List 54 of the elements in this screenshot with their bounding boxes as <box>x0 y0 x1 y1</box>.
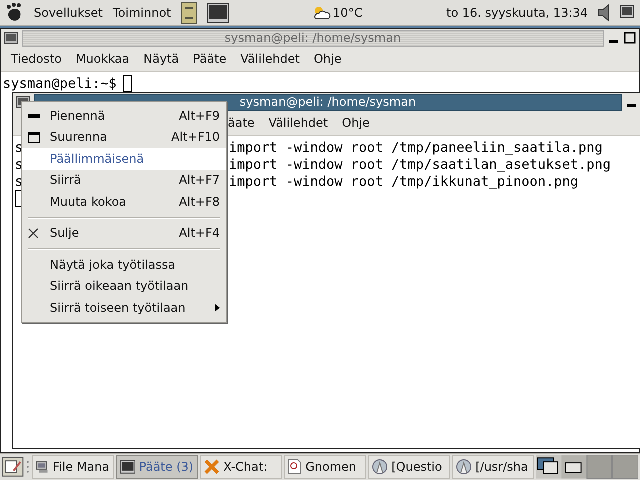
minimize-icon <box>28 114 40 118</box>
task-button[interactable]: X-Chat: <box>200 455 282 479</box>
clock[interactable]: to 16. syyskuuta, 13:34 <box>446 6 588 20</box>
window-menu-icon[interactable] <box>4 32 18 44</box>
menu-item[interactable]: Päällimmäisenä <box>22 148 226 170</box>
foot-icon[interactable] <box>6 2 24 22</box>
terminal-text: import -window root /tmp/paneeliin_saatila.png <box>229 140 603 156</box>
terminal-icon <box>120 460 136 474</box>
weather-icon <box>313 6 332 20</box>
menu-item[interactable]: Välilehdet <box>268 116 328 130</box>
menu-item[interactable]: Pääte <box>193 52 227 66</box>
monitor-icon[interactable] <box>620 4 634 20</box>
globe-icon <box>372 459 388 475</box>
terminal-icon[interactable] <box>207 2 230 22</box>
terminal-text: import -window root /tmp/ikkunat_pinoon.png <box>229 174 578 190</box>
menu-item[interactable]: Muokkaa <box>76 52 130 66</box>
temperature[interactable]: 10°C <box>333 6 363 20</box>
task-button[interactable]: Pääte (3) <box>116 455 198 479</box>
speaker-icon[interactable] <box>598 4 610 22</box>
globe-icon <box>456 459 472 475</box>
task-button[interactable]: File Mana <box>32 455 114 479</box>
menu-item[interactable]: Siirrä Alt+F7 <box>22 170 226 191</box>
menu-item[interactable]: Ohje <box>314 52 342 66</box>
panel-menu[interactable]: Sovellukset <box>34 6 104 20</box>
show-desktop-icon[interactable] <box>2 457 24 477</box>
task-button[interactable]: [/usr/sha <box>452 455 534 479</box>
document-icon <box>288 459 302 475</box>
menu-item[interactable]: Näytä joka työtilassa <box>22 254 226 276</box>
close-icon <box>28 228 39 239</box>
file-cabinet-icon[interactable] <box>181 2 198 24</box>
workspace-switcher[interactable] <box>536 455 638 479</box>
task-button[interactable]: [Questio <box>368 455 450 479</box>
menu-item[interactable]: Siirrä toiseen työtilaan <box>22 297 226 318</box>
menu-item[interactable]: Ohje <box>342 116 370 130</box>
menu-item[interactable]: Välilehdet <box>240 52 300 66</box>
terminal-text: import -window root /tmp/saatilan_asetukset.png <box>229 156 612 172</box>
drag-handle-icon[interactable] <box>26 458 30 476</box>
text-cursor <box>122 75 132 92</box>
window-title: sysman@peli: /home/sysman <box>22 30 604 46</box>
task-button[interactable]: Gnomen <box>284 455 366 479</box>
submenu-arrow-icon <box>215 304 220 312</box>
chat-icon <box>204 459 220 475</box>
computer-icon <box>36 459 50 475</box>
maximize-icon <box>28 132 40 143</box>
prompt: sysman@peli:~$ <box>3 76 117 92</box>
maximize-icon[interactable] <box>624 32 636 44</box>
menu-item[interactable]: Muuta kokoa Alt+F8 <box>22 191 226 212</box>
menu-item[interactable]: Suurenna Alt+F10 <box>22 126 226 148</box>
menu-item[interactable]: Tiedosto <box>11 52 62 66</box>
menu-item[interactable]: Sulje Alt+F4 <box>22 222 226 244</box>
menu-item[interactable]: Näytä <box>144 52 180 66</box>
menu-item[interactable]: äate <box>228 116 255 130</box>
menu-item[interactable]: Siirrä oikeaan työtilaan <box>22 276 226 297</box>
panel-menu[interactable]: Toiminnot <box>113 6 172 20</box>
